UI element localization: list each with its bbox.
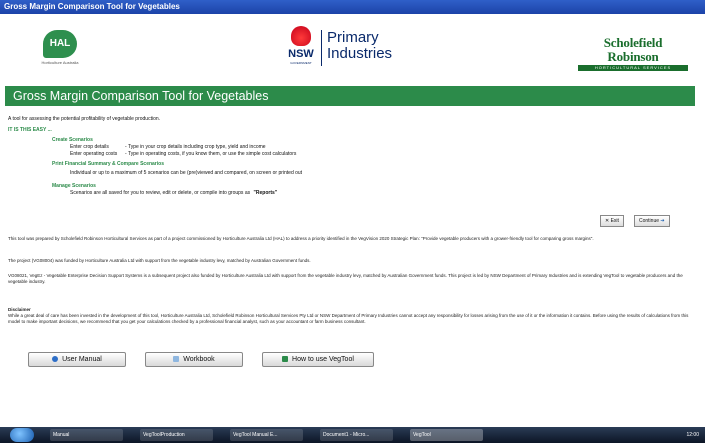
clock: 12:00 <box>686 432 699 438</box>
manage-reports: "Reports" <box>253 190 278 196</box>
disclaimer-text: While a great deal of care has been inve… <box>8 313 689 324</box>
window-title: Gross Margin Comparison Tool for Vegetab… <box>4 2 180 11</box>
page-title: Gross Margin Comparison Tool for Vegetab… <box>13 89 269 103</box>
task-item[interactable]: VegTool Manual E... <box>230 429 303 441</box>
start-button[interactable] <box>10 428 34 442</box>
close-icon: ✕ <box>605 218 610 224</box>
print-heading: Print Financial Summary & Compare Scenar… <box>52 161 164 167</box>
nsw-line1: Primary <box>327 29 379 46</box>
arrow-right-icon: ➔ <box>660 218 665 224</box>
continue-label: Continue <box>639 218 660 224</box>
exit-label: Exit <box>610 218 619 224</box>
intro-section: A tool for assessing the potential profi… <box>8 116 698 197</box>
continue-button[interactable]: Continue ➔ <box>634 215 670 227</box>
page-banner: Gross Margin Comparison Tool for Vegetab… <box>5 86 695 106</box>
manage-text: Scenarios are all saved for you to revie… <box>70 190 251 196</box>
create-row-2: Enter operating costs - Type in operatin… <box>70 151 698 158</box>
workbook-label: Workbook <box>183 356 215 363</box>
logo-header: HAL Horticulture Australia NSW GOVERNMEN… <box>0 14 705 84</box>
task-item[interactable]: VegTool <box>410 429 483 441</box>
hal-badge: HAL <box>43 30 77 58</box>
intro-text: A tool for assessing the potential profi… <box>8 116 161 122</box>
scholefield-robinson-logo: Scholefield Robinson HORTICULTURAL SERVI… <box>578 36 688 71</box>
create-desc-2: - Type in operating costs, if you know t… <box>125 151 297 157</box>
nsw-logo: NSW GOVERNMENT Primary Industries <box>285 24 405 74</box>
how-to-button[interactable]: How to use VegTool <box>262 352 374 367</box>
create-label-2: Enter operating costs <box>70 151 118 157</box>
task-item[interactable]: VegToolProduction <box>140 429 213 441</box>
task-item[interactable]: Document1 - Micro... <box>320 429 393 441</box>
create-heading: Create Scenarios <box>52 137 93 143</box>
paragraph-1: This tool was prepared by Scholefield Ro… <box>8 236 594 241</box>
exit-button[interactable]: ✕ Exit <box>600 215 624 227</box>
task-item[interactable]: Manual <box>50 429 123 441</box>
paragraph-2: The project (VG08004) was funded by Hort… <box>8 258 311 263</box>
waratah-icon: NSW GOVERNMENT <box>285 24 317 70</box>
window-titlebar[interactable]: Gross Margin Comparison Tool for Vegetab… <box>0 0 705 14</box>
nsw-gov: GOVERNMENT <box>290 61 312 65</box>
nsw-short: NSW <box>288 48 314 60</box>
print-text: Individual or up to a maximum of 5 scena… <box>70 170 303 176</box>
hal-subtitle: Horticulture Australia <box>41 60 79 65</box>
user-manual-button[interactable]: User Manual <box>28 352 126 367</box>
taskbar: Manual VegToolProduction VegTool Manual … <box>0 427 705 443</box>
user-manual-label: User Manual <box>62 356 102 363</box>
paragraph-3: VG08021, VegEz - Vegetable Enterprise De… <box>8 273 683 284</box>
grid-icon <box>282 356 289 362</box>
manage-row: Scenarios are all saved for you to revie… <box>70 190 698 197</box>
workbook-icon <box>173 356 180 362</box>
create-desc-1: - Type in your crop details including cr… <box>125 144 266 150</box>
help-icon <box>52 356 59 362</box>
easy-heading: IT IS THIS EASY ... <box>8 127 52 133</box>
workbook-button[interactable]: Workbook <box>145 352 243 367</box>
hal-logo: HAL Horticulture Australia <box>30 30 90 65</box>
system-tray: 12:00 <box>686 430 699 440</box>
sr-name: Scholefield Robinson <box>603 35 663 64</box>
how-to-label: How to use VegTool <box>292 356 354 363</box>
sr-sub: HORTICULTURAL SERVICES <box>578 65 688 71</box>
create-label-1: Enter crop details <box>70 144 109 150</box>
nsw-name: Primary Industries <box>327 30 392 62</box>
nsw-line2: Industries <box>327 45 393 62</box>
create-row-1: Enter crop details - Type in your crop d… <box>70 144 698 151</box>
manage-heading: Manage Scenarios <box>52 183 96 189</box>
